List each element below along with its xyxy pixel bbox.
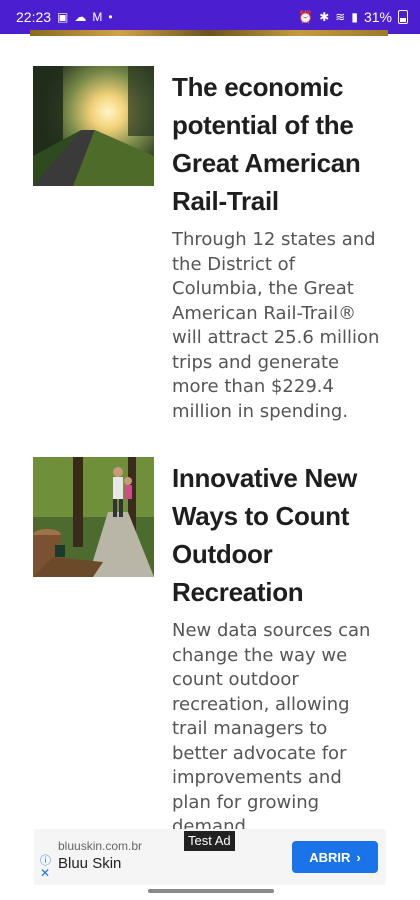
bluetooth-icon: ✱	[319, 10, 330, 24]
signal-icon: ▮	[351, 10, 358, 24]
ad-domain: bluuskin.com.br	[58, 839, 143, 853]
status-time: 22:23	[16, 9, 52, 25]
ad-brand: Bluu Skin	[58, 855, 122, 872]
status-bar: 22:23 ▣ ☁ M • ⏰ ✱ ≋ ▮ 31%	[0, 0, 420, 34]
status-left: 22:23 ▣ ☁ M •	[16, 9, 113, 25]
dot-icon: •	[108, 10, 113, 24]
article-card[interactable]: Innovative New Ways to Count Outdoor Rec…	[33, 457, 393, 829]
battery-percent: 31%	[363, 9, 392, 25]
ad-open-button[interactable]: ABRIR ›	[292, 841, 378, 873]
trail-counter-hikers-photo	[33, 457, 154, 577]
status-right: ⏰ ✱ ≋ ▮ 31%	[298, 9, 408, 25]
article-summary: Through 12 states and the District of Co…	[172, 229, 380, 422]
article-thumbnail[interactable]	[33, 66, 154, 186]
article-title[interactable]: The economic potential of the Great Amer…	[172, 68, 392, 220]
previous-article-image-edge	[30, 30, 388, 36]
battery-icon	[398, 10, 408, 24]
alarm-icon: ⏰	[298, 10, 314, 24]
article-card[interactable]: The economic potential of the Great Amer…	[33, 66, 393, 426]
gmail-icon: M	[92, 10, 103, 24]
test-ad-label: Test Ad	[184, 831, 235, 851]
article-summary: New data sources can change the way we c…	[172, 620, 371, 829]
wifi-icon: ≋	[335, 10, 346, 24]
close-icon[interactable]: ✕	[40, 866, 50, 880]
photo-icon: ▣	[57, 10, 69, 24]
rail-trail-sunset-photo	[33, 66, 154, 186]
cloud-icon: ☁	[74, 10, 87, 24]
chevron-right-icon: ›	[356, 849, 361, 865]
article-thumbnail[interactable]	[33, 457, 154, 577]
article-title[interactable]: Innovative New Ways to Count Outdoor Rec…	[172, 459, 392, 611]
gesture-nav-handle[interactable]	[148, 889, 274, 893]
